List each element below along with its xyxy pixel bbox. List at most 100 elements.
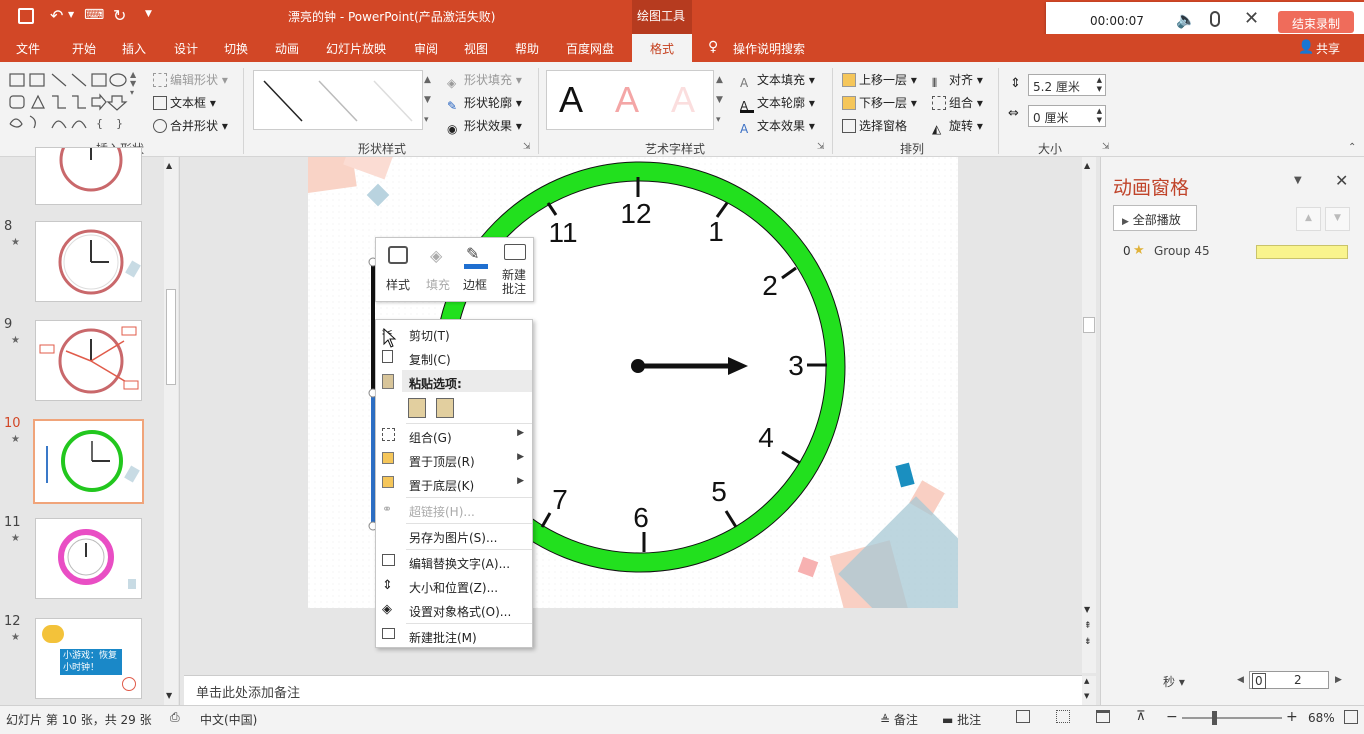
menu-item-send-to-back[interactable]: 置于底层(K) ▶ (376, 472, 532, 496)
send-backward-button[interactable]: 下移一层 ▾ (842, 94, 917, 111)
fill-button[interactable]: ◈ 填充 (422, 244, 454, 296)
close-icon[interactable]: ✕ (1244, 8, 1259, 29)
text-fill-button[interactable]: A 文本填充 ▾ (740, 71, 815, 90)
move-down-button[interactable]: ▼ (1325, 207, 1350, 231)
group-button[interactable]: 组合 ▾ (932, 94, 983, 111)
tab-design[interactable]: 设计 (174, 40, 198, 57)
tab-baidu[interactable]: 百度网盘 (566, 40, 614, 57)
zoom-slider-thumb[interactable] (1212, 711, 1217, 725)
touch-mode-icon[interactable]: ⌨ (84, 7, 104, 23)
tab-animations[interactable]: 动画 (275, 40, 299, 57)
shapes-gallery[interactable]: {} (8, 70, 128, 132)
tab-transitions[interactable]: 切换 (224, 40, 248, 57)
move-up-button[interactable]: ▲ (1296, 207, 1321, 231)
collapse-ribbon-icon[interactable]: ⌃ (1348, 142, 1356, 153)
text-effects-button[interactable]: A 文本效果 ▾ (740, 117, 815, 136)
wordart-scroll-icon[interactable]: ▲ ▼ ▾ (716, 70, 723, 130)
tell-me-search[interactable]: 操作说明搜索 (733, 40, 805, 57)
slide-thumbnail-12[interactable]: 小游戏：恢复小时钟！ (35, 618, 142, 699)
undo-icon[interactable]: ↶ (50, 6, 63, 25)
wordart-sample-black[interactable]: A (559, 79, 583, 121)
scroll-down-icon[interactable]: ▼ (166, 691, 172, 700)
shape-outline-button[interactable]: ✎ 形状轮廓 ▾ (447, 94, 522, 113)
scroll-down-icon[interactable]: ▼ (1084, 692, 1089, 700)
merge-shapes-button[interactable]: 合并形状 ▾ (153, 117, 228, 134)
normal-view-icon[interactable] (1016, 710, 1030, 723)
height-input[interactable]: 5.2 厘米 ▲ ▼ (1028, 74, 1106, 96)
previous-slide-icon[interactable]: ⇞ (1084, 621, 1092, 631)
language-indicator[interactable]: 中文(中国) (200, 711, 257, 728)
notes-scrollbar[interactable]: ▲ ▼ (1082, 676, 1096, 706)
shapes-scroll-icon[interactable]: ▲ ▼ ▾ (130, 70, 136, 97)
slideshow-icon[interactable]: ⊼ (1136, 709, 1146, 724)
comments-toggle[interactable]: ▬ 批注 (942, 711, 981, 728)
rotate-button[interactable]: ◭ 旋转 ▾ (932, 117, 983, 136)
notes-placeholder[interactable]: 单击此处添加备注 (196, 682, 300, 701)
seconds-dropdown[interactable]: 秒 ▾ (1163, 673, 1185, 690)
text-outline-button[interactable]: A 文本轮廓 ▾ (740, 94, 815, 113)
dialog-launcher-icon[interactable]: ⇲ (817, 142, 825, 152)
slide-sorter-icon[interactable] (1056, 710, 1070, 723)
menu-item-save-as-picture[interactable]: 另存为图片(S)... (376, 524, 532, 548)
menu-item-format-object[interactable]: ◈ 设置对象格式(O)... (376, 598, 532, 622)
dialog-launcher-icon[interactable]: ⇲ (1102, 142, 1110, 152)
notes-toggle[interactable]: ≜ 备注 (880, 711, 918, 728)
tab-slideshow[interactable]: 幻灯片放映 (326, 40, 386, 57)
wordart-gallery[interactable]: A A A (546, 70, 714, 130)
play-all-button[interactable]: ▶ 全部播放 (1113, 205, 1197, 231)
animation-list-item[interactable]: 0 ★ Group 45 (1113, 241, 1363, 263)
share-button[interactable]: 共享 (1316, 40, 1340, 57)
slide-thumbnail-8[interactable] (35, 221, 142, 302)
tab-file[interactable]: 文件 (16, 40, 40, 57)
fit-to-window-icon[interactable] (1344, 710, 1358, 724)
menu-item-new-comment[interactable]: 新建批注(M) (376, 624, 532, 648)
zoom-in-icon[interactable]: + (1286, 709, 1298, 725)
end-recording-button[interactable]: 结束录制 (1278, 11, 1354, 33)
pane-options-icon[interactable]: ▼ (1294, 175, 1302, 186)
menu-item-bring-to-front[interactable]: 置于顶层(R) ▶ (376, 448, 532, 472)
next-slide-icon[interactable]: ⇟ (1084, 637, 1092, 647)
speaker-icon[interactable]: 🔈 (1176, 10, 1196, 29)
menu-item-edit-alt-text[interactable]: 编辑替换文字(A)... (376, 550, 532, 574)
slide-thumbnails-pane[interactable]: 8 ★ 9 ★ 10 ★ 11 ★ 12 ★ 小游戏：恢复小时钟！ ▲ ▼ (0, 147, 180, 705)
save-icon[interactable] (18, 8, 34, 24)
menu-item-copy[interactable]: 复制(C) (376, 346, 532, 370)
scroll-down-icon[interactable]: ▼ (1084, 605, 1090, 614)
share-icon[interactable]: 👤 (1298, 40, 1314, 55)
selection-pane-button[interactable]: 选择窗格 (842, 117, 907, 134)
shape-styles-scroll-icon[interactable]: ▲ ▼ ▾ (424, 70, 431, 130)
dialog-launcher-icon[interactable]: ⇲ (523, 142, 531, 152)
menu-item-cut[interactable]: ✂剪切(T) (376, 322, 532, 346)
notes-pane[interactable]: 单击此处添加备注 ▲ ▼ (184, 675, 1096, 706)
slide-thumbnail-7[interactable] (35, 147, 142, 205)
redo-icon[interactable]: ↻ (113, 6, 126, 25)
wordart-sample-pink[interactable]: A (615, 79, 639, 121)
menu-item-size-position[interactable]: ⇕ 大小和位置(Z)... (376, 574, 532, 598)
slide-thumbnail-10-selected[interactable] (33, 419, 144, 504)
scroll-thumb[interactable] (1083, 317, 1095, 333)
align-button[interactable]: ⫴ 对齐 ▾ (932, 71, 983, 90)
shape-styles-gallery[interactable] (253, 70, 423, 130)
slide-thumbnail-9[interactable] (35, 320, 142, 401)
close-pane-icon[interactable]: ✕ (1335, 171, 1348, 190)
edit-shape-button[interactable]: 编辑形状 ▾ (153, 71, 228, 88)
tab-view[interactable]: 视图 (464, 40, 488, 57)
height-spinner-icon[interactable]: ▲ ▼ (1097, 76, 1102, 94)
scroll-up-icon[interactable]: ▲ (166, 161, 172, 170)
paste-picture-icon[interactable] (436, 398, 454, 418)
style-button[interactable]: 样式 (382, 244, 416, 296)
spell-check-icon[interactable]: ⎙ (170, 710, 180, 725)
wordart-sample-light[interactable]: A (671, 79, 695, 121)
microphone-icon[interactable] (1210, 11, 1220, 27)
tab-insert[interactable]: 插入 (122, 40, 146, 57)
zoom-slider[interactable] (1182, 711, 1282, 725)
shape-fill-button[interactable]: ◈ 形状填充 ▾ (447, 71, 522, 90)
width-input[interactable]: 0 厘米 ▲ ▼ (1028, 105, 1106, 127)
timeline-ruler[interactable]: 0 2 (1249, 671, 1329, 689)
tab-format[interactable]: 格式 (632, 34, 692, 62)
undo-dropdown-icon[interactable]: ▼ (68, 10, 74, 19)
timeline-scroll-right-icon[interactable]: ▶ (1335, 675, 1342, 685)
border-button[interactable]: ✎ 边框 (460, 244, 494, 296)
slide-thumbnail-11[interactable] (35, 518, 142, 599)
tab-help[interactable]: 帮助 (515, 40, 539, 57)
